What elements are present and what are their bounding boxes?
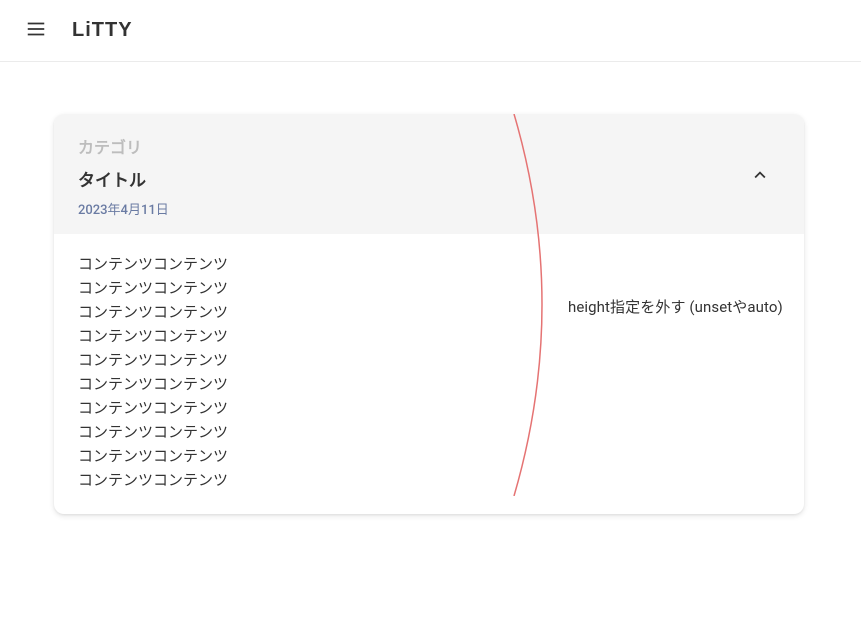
content-line: コンテンツコンテンツ [78,396,780,420]
page-content: カテゴリ タイトル 2023年4月11日 コンテンツコンテンツコンテンツコンテン… [0,62,861,566]
content-line: コンテンツコンテンツ [78,420,780,444]
annotation-text: height指定を外す (unsetやauto) [568,296,783,317]
card-date: 2023年4月11日 [78,199,169,218]
menu-icon [25,18,47,43]
content-line: コンテンツコンテンツ [78,468,780,492]
content-line: コンテンツコンテンツ [78,372,780,396]
card-category: カテゴリ [78,134,169,158]
menu-button[interactable] [16,11,56,51]
appbar: LiTTY [0,0,861,62]
content-line: コンテンツコンテンツ [78,348,780,372]
collapse-button[interactable] [740,156,780,196]
card-title: タイトル [78,166,169,191]
chevron-up-icon [749,164,771,189]
card-body: コンテンツコンテンツコンテンツコンテンツコンテンツコンテンツコンテンツコンテンツ… [54,234,804,514]
content-line: コンテンツコンテンツ [78,252,780,276]
app-logo: LiTTY [72,19,133,42]
content-line: コンテンツコンテンツ [78,444,780,468]
content-line: コンテンツコンテンツ [78,324,780,348]
expansion-card: カテゴリ タイトル 2023年4月11日 コンテンツコンテンツコンテンツコンテン… [54,114,804,514]
card-header[interactable]: カテゴリ タイトル 2023年4月11日 [54,114,804,234]
card-header-texts: カテゴリ タイトル 2023年4月11日 [78,134,169,218]
